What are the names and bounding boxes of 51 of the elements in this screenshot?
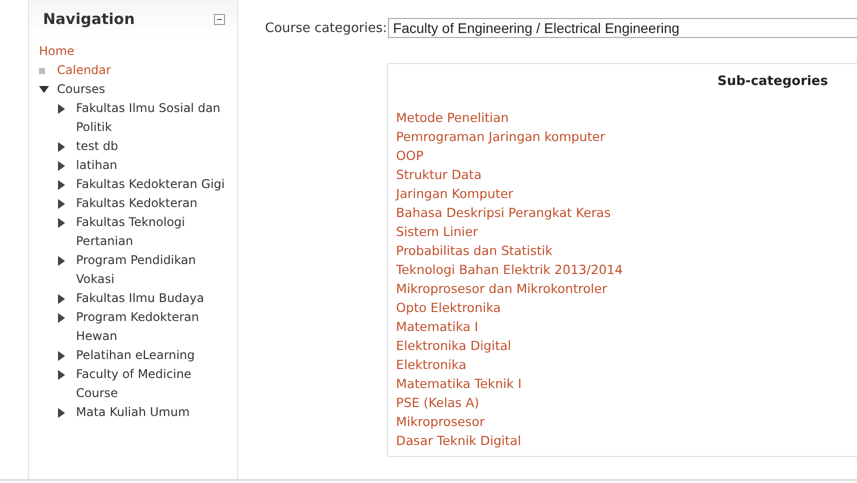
nav-item[interactable]: Fakultas Kedokteran Gigi (76, 175, 225, 194)
nav-item[interactable]: Program Kedokteran Hewan (76, 308, 233, 346)
collapsed-icon[interactable] (58, 256, 65, 266)
nav-link[interactable]: Home (39, 42, 74, 61)
category-link[interactable]: Matematika Teknik I (396, 374, 522, 393)
category-link[interactable]: Pemrograman Jaringan komputer (396, 127, 606, 146)
collapsed-icon[interactable] (58, 142, 65, 152)
nav-item[interactable]: Pelatihan eLearning (76, 346, 195, 365)
collapsed-icon[interactable] (58, 294, 65, 304)
nav-item[interactable]: Fakultas Kedokteran (76, 194, 198, 213)
collapsed-icon[interactable] (58, 160, 65, 170)
nav-item[interactable]: Program Pendidikan Vokasi (76, 251, 233, 289)
nav-item[interactable]: latihan (76, 156, 118, 175)
collapsed-icon[interactable] (58, 350, 65, 360)
nav-item[interactable]: Fakultas Teknologi Pertanian (76, 213, 233, 251)
nav-item[interactable]: test db (76, 137, 118, 156)
category-link[interactable]: Sistem Linier (396, 222, 478, 241)
collapsed-icon[interactable] (58, 218, 65, 228)
category-link[interactable]: Elektronika Digital (396, 336, 512, 355)
category-link[interactable]: Teknologi Bahan Elektrik 2013/2014 (396, 260, 623, 279)
panel-title: Sub-categories (716, 74, 829, 89)
expanded-icon[interactable] (39, 86, 49, 93)
nav-item[interactable]: Courses (57, 80, 106, 99)
collapsed-icon[interactable] (58, 180, 65, 190)
category-link[interactable]: Dasar Teknik Digital (396, 431, 522, 450)
category-link[interactable]: Bahasa Deskripsi Perangkat Keras (396, 203, 611, 222)
collapsed-icon[interactable] (58, 104, 65, 114)
field-label: Course categories: (265, 20, 388, 36)
category-link[interactable]: Opto Elektronika (396, 298, 501, 317)
category-link[interactable]: Jaringan Komputer (396, 184, 514, 203)
collapsed-icon[interactable] (58, 408, 65, 418)
block-title: Navigation (43, 10, 135, 28)
category-link[interactable]: Matematika I (396, 317, 478, 336)
nav-link[interactable]: Calendar (57, 61, 111, 80)
category-link[interactable]: OOP (396, 146, 424, 165)
nav-item[interactable]: Fakultas Ilmu Budaya (76, 289, 204, 308)
category-link[interactable]: Probabilitas dan Statistik (396, 241, 552, 260)
bullet-icon (39, 68, 45, 74)
category-link[interactable]: PSE (Kelas A) (396, 393, 480, 412)
category-link[interactable]: Struktur Data (396, 165, 482, 184)
collapsed-icon[interactable] (58, 198, 65, 208)
collapsed-icon[interactable] (58, 370, 65, 380)
category-link[interactable]: Metode Penelitian (396, 108, 509, 127)
category-link[interactable]: Mikroprosesor (396, 412, 485, 431)
category-link[interactable]: Mikroprosesor dan Mikrokontroler (396, 279, 608, 298)
collapsed-icon[interactable] (58, 312, 65, 322)
category-link[interactable]: Elektronika (396, 355, 466, 374)
category-select[interactable]: Faculty of Engineering / Electrical Engineering (388, 18, 857, 38)
nav-item[interactable]: Mata Kuliah Umum (76, 403, 190, 422)
nav-item[interactable]: Faculty of Medicine Course (76, 365, 233, 403)
collapse-icon[interactable] (214, 14, 225, 24)
